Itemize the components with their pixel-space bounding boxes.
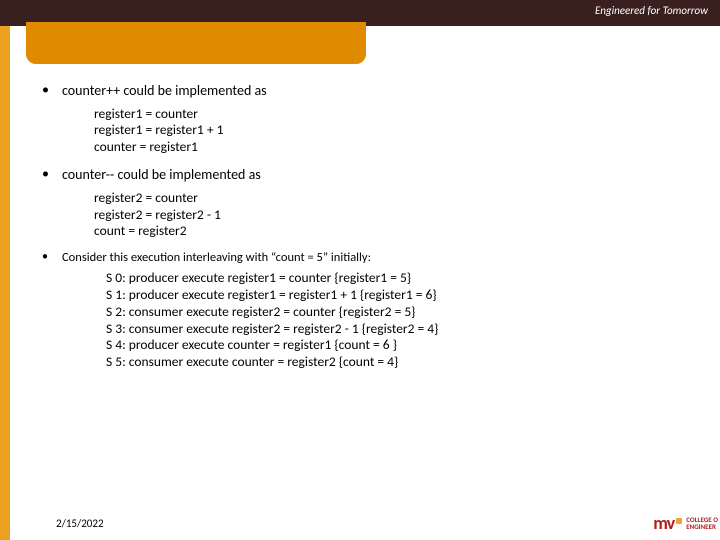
code-block-2: register2 = counter register2 = register… [94,190,708,241]
code-line: register2 = register2 - 1 [94,207,708,224]
code-line: counter = register1 [94,139,708,156]
code-line: register2 = counter [94,190,708,207]
bullet-icon: • [40,250,62,266]
interleaving-steps: S 0: producer execute register1 = counte… [106,270,708,371]
logo-subtitle: COLLEGE O ENGINEER [686,516,718,530]
bullet-2-text: counter-- could be implemented as [62,166,261,184]
step-s1: S 1: producer execute register1 = regist… [106,287,708,304]
code-line: register1 = register1 + 1 [94,122,708,139]
step-s3: S 3: consumer execute register2 = regist… [106,321,708,338]
bullet-icon: • [40,82,62,100]
step-s4: S 4: producer execute counter = register… [106,337,708,354]
slide-content: • counter++ could be implemented as regi… [40,82,708,510]
code-line: register1 = counter [94,106,708,123]
bullet-1-text: counter++ could be implemented as [62,82,267,100]
header-orange-banner [26,22,366,64]
footer-date: 2/15/2022 [56,517,104,530]
bullet-1: • counter++ could be implemented as [40,82,708,100]
bullet-3-text: Consider this execution interleaving wit… [62,250,371,266]
logo-dot-icon [676,518,682,524]
bullet-3: • Consider this execution interleaving w… [40,250,708,266]
left-accent-strip [0,26,10,540]
step-s0: S 0: producer execute register1 = counte… [106,270,708,287]
bullet-2: • counter-- could be implemented as [40,166,708,184]
logo-text: mv [653,512,674,534]
footer-logo: mv COLLEGE O ENGINEER [653,512,718,534]
step-s2: S 2: consumer execute register2 = counte… [106,304,708,321]
header-tagline: Engineered for Tomorrow [595,4,708,17]
step-s5: S 5: consumer execute counter = register… [106,354,708,371]
code-block-1: register1 = counter register1 = register… [94,106,708,157]
code-line: count = register2 [94,223,708,240]
bullet-icon: • [40,166,62,184]
